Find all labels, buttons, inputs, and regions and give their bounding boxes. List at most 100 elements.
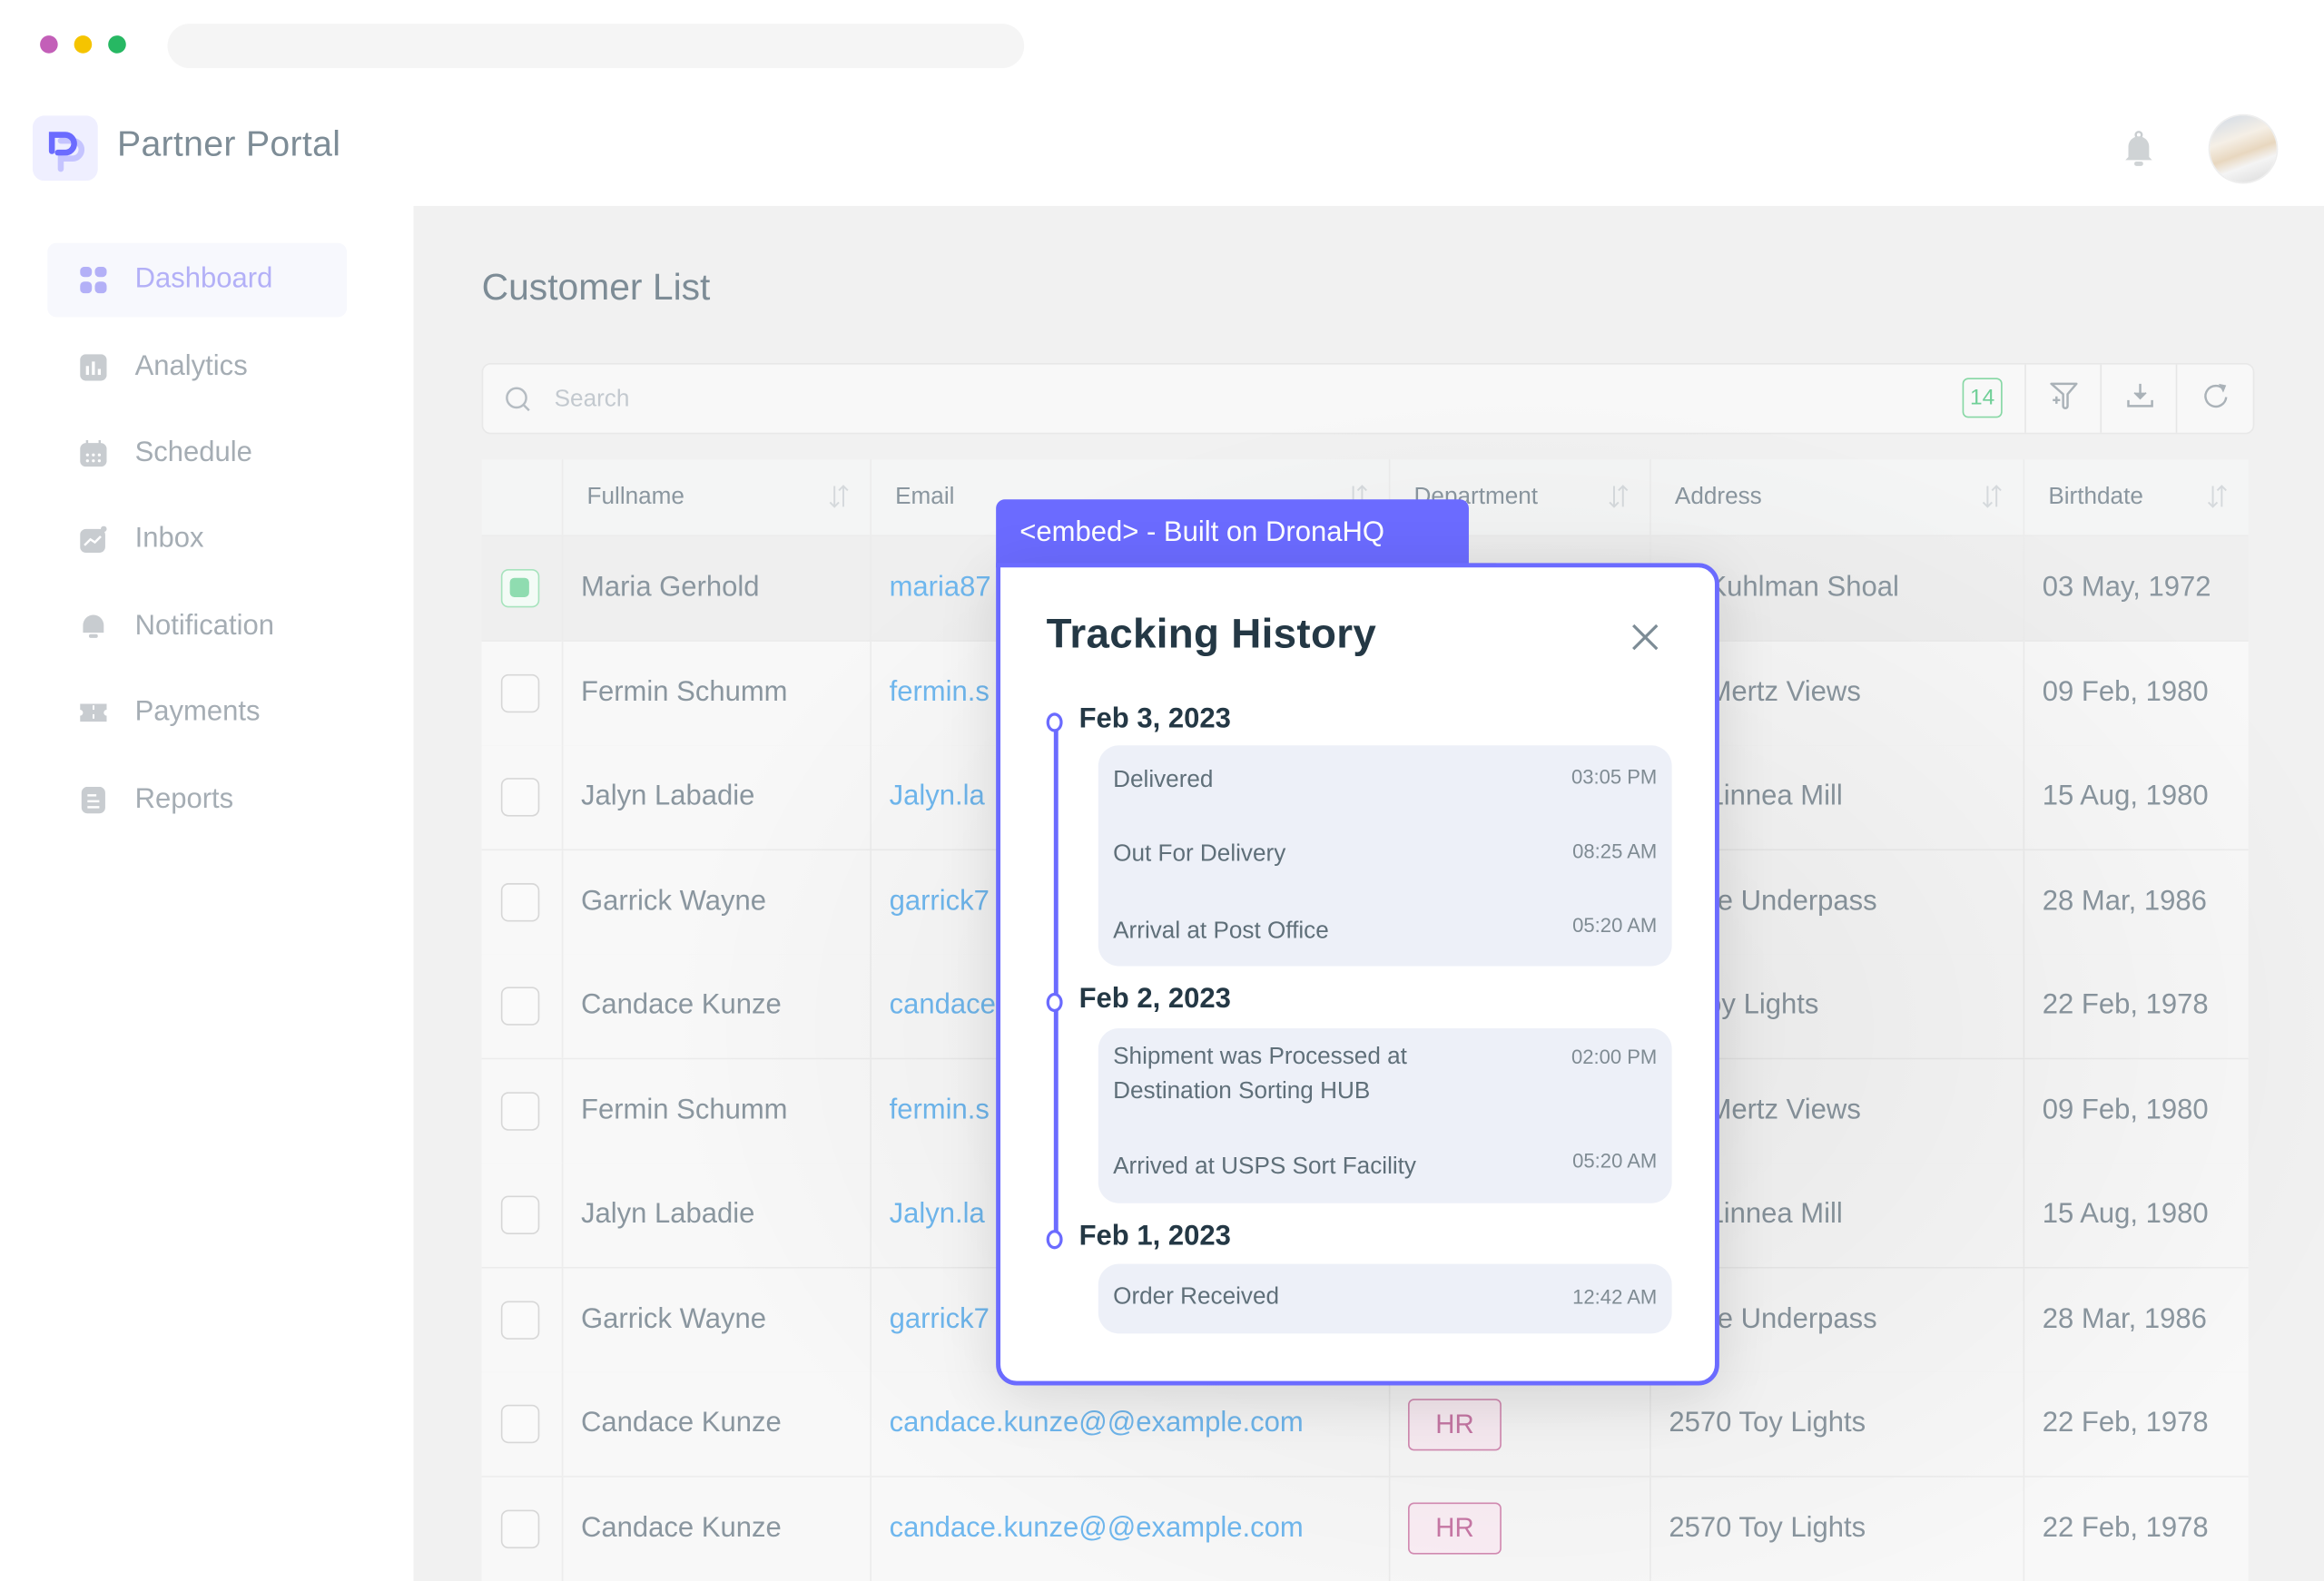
inbox-trend-icon [80, 525, 107, 553]
download-button[interactable] [2100, 364, 2177, 433]
sidebar-item-inbox[interactable]: Inbox [47, 502, 347, 576]
birthdate-text: 09 Feb, 1980 [2042, 1094, 2209, 1125]
sidebar-item-reports[interactable]: Reports [47, 763, 347, 838]
birthdate-cell: 22 Feb, 1978 [2023, 954, 2249, 1058]
email-text: garrick7 [889, 1302, 990, 1335]
select-cell [482, 536, 562, 640]
sidebar-item-payments[interactable]: Payments [47, 675, 347, 750]
birthdate-cell: 28 Mar, 1986 [2023, 1267, 2249, 1372]
bell-icon [80, 614, 106, 640]
row-checkbox[interactable] [500, 1091, 540, 1130]
select-cell [482, 641, 562, 744]
document-icon [80, 786, 106, 814]
fullname-text: Candace Kunze [580, 989, 782, 1021]
column-label: Address [1674, 484, 1762, 509]
sidebar-item-notification[interactable]: Notification [47, 590, 347, 664]
refresh-icon [2199, 378, 2231, 418]
fullname-cell: Garrick Wayne [561, 1267, 871, 1372]
birthdate-text: 22 Feb, 1978 [2042, 1512, 2209, 1544]
sidebar-item-dashboard[interactable]: Dashboard [47, 242, 348, 318]
embed-label-tab: <embed> - Built on DronaHQ [996, 499, 1469, 568]
timeline-line [1053, 722, 1059, 1238]
sort-icon[interactable] [1982, 483, 2003, 509]
row-checkbox[interactable] [500, 1195, 540, 1234]
email-text: candace [889, 989, 996, 1021]
department-badge: HR [1408, 1398, 1502, 1450]
select-cell [482, 1477, 562, 1580]
column-header-birthdate[interactable]: Birthdate [2023, 459, 2249, 535]
column-label: Fullname [586, 484, 684, 509]
close-window-dot[interactable] [40, 35, 58, 54]
event-label: Arrived at USPS Sort Facility [1113, 1154, 1416, 1180]
timeline-date: Feb 2, 2023 [1078, 984, 1231, 1016]
notification-bell-icon[interactable] [2122, 131, 2155, 169]
table-row[interactable]: Candace Kunze candace.kunze@@example.com H… [481, 1476, 2249, 1581]
fullname-cell: Fermin Schumm [561, 641, 871, 745]
select-cell [482, 745, 562, 849]
minimize-window-dot[interactable] [74, 35, 93, 54]
add-filter-button[interactable] [2024, 364, 2102, 433]
grid-icon [80, 266, 107, 294]
app-window: Partner Portal Dashboard Analytics Sched… [0, 0, 2324, 1581]
refresh-button[interactable] [2175, 364, 2253, 433]
event-time: 05:20 AM [1572, 1149, 1658, 1173]
address-cell: 2570 Toy Lights [1649, 1476, 2023, 1581]
user-avatar[interactable] [2210, 115, 2277, 182]
email-cell[interactable]: candace.kunze@@example.com [870, 1476, 1388, 1581]
row-checkbox[interactable] [500, 1508, 540, 1548]
row-checkbox[interactable] [500, 673, 540, 712]
department-cell: HR [1388, 1371, 1649, 1477]
address-bar[interactable] [167, 24, 1025, 69]
filter-add-icon [2048, 378, 2081, 418]
birthdate-cell: 15 Aug, 1980 [2023, 745, 2249, 849]
fullname-cell: Fermin Schumm [561, 1058, 871, 1163]
modal-title: Tracking History [1046, 610, 1377, 657]
event-label: Out For Delivery [1113, 841, 1286, 868]
record-count-badge: 14 [1962, 378, 2003, 418]
search-input[interactable] [551, 376, 1892, 424]
row-checkbox[interactable] [500, 778, 540, 817]
row-checkbox[interactable] [500, 1300, 540, 1340]
birthdate-text: 22 Feb, 1978 [2042, 1408, 2209, 1439]
row-checkbox[interactable] [500, 882, 540, 921]
maximize-window-dot[interactable] [108, 35, 126, 54]
sort-icon[interactable] [1608, 483, 1629, 509]
row-checkbox[interactable] [500, 568, 540, 608]
birthdate-cell: 22 Feb, 1978 [2023, 1476, 2249, 1581]
sidebar-item-analytics[interactable]: Analytics [47, 330, 347, 405]
timeline-event-card: Shipment was Processed at Destination So… [1098, 1028, 1672, 1203]
fullname-text: Candace Kunze [580, 1408, 782, 1439]
event-time: 03:05 PM [1571, 766, 1658, 789]
window-controls [40, 35, 126, 54]
sidebar-item-label: Dashboard [134, 263, 273, 295]
brand-title: Partner Portal [116, 124, 341, 165]
event-label: Delivered [1113, 767, 1214, 793]
sidebar-item-schedule[interactable]: Schedule [47, 417, 347, 491]
partner-portal-logo-icon[interactable] [32, 115, 98, 182]
row-checkbox[interactable] [500, 987, 540, 1026]
close-icon [1629, 624, 1661, 660]
fullname-text: Jalyn Labadie [580, 781, 755, 812]
department-badge: HR [1408, 1502, 1502, 1555]
fullname-text: Candace Kunze [580, 1512, 782, 1544]
sidebar-item-label: Analytics [134, 350, 248, 383]
sidebar-item-label: Inbox [134, 523, 204, 555]
birthdate-cell: 09 Feb, 1980 [2023, 1058, 2249, 1163]
page-title: Customer List [481, 266, 711, 309]
table-row[interactable]: Candace Kunze candace.kunze@@example.com H… [481, 1371, 2249, 1478]
sort-icon[interactable] [829, 483, 850, 509]
email-text: candace.kunze@@example.com [889, 1408, 1304, 1439]
column-header-fullname[interactable]: Fullname [561, 459, 871, 535]
fullname-text: Garrick Wayne [580, 885, 766, 917]
timeline-node-icon [1046, 1230, 1063, 1250]
close-modal-button[interactable] [1629, 621, 1661, 653]
email-cell[interactable]: candace.kunze@@example.com [870, 1371, 1388, 1477]
row-checkbox[interactable] [500, 1404, 540, 1444]
sort-icon[interactable] [2207, 483, 2228, 509]
calendar-icon [80, 439, 107, 467]
email-text: fermin.s [889, 1094, 990, 1125]
fullname-cell: Candace Kunze [561, 954, 871, 1058]
birthdate-text: 28 Mar, 1986 [2042, 885, 2207, 917]
column-header-address[interactable]: Address [1649, 459, 2023, 535]
fullname-text: Jalyn Labadie [580, 1198, 755, 1231]
